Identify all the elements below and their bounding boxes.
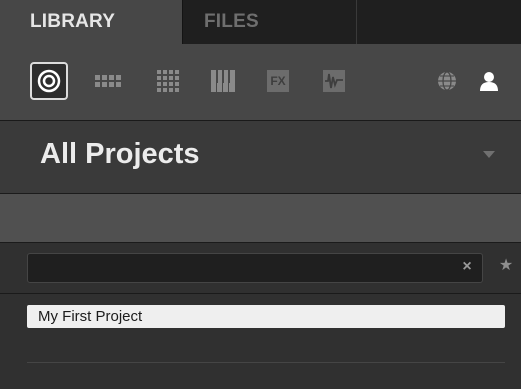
project-filter-button[interactable]: [30, 62, 68, 100]
list-divider: [27, 362, 505, 363]
user-icon: [480, 72, 498, 91]
close-icon[interactable]: ×: [457, 257, 477, 277]
tab-files[interactable]: FILES: [183, 0, 357, 44]
search-input[interactable]: [27, 253, 483, 283]
tab-library[interactable]: LIBRARY: [0, 0, 183, 44]
sample-icon: [323, 70, 345, 92]
sample-filter-button[interactable]: [316, 63, 352, 99]
instrument-icon: [211, 70, 235, 92]
search-row: × ★: [0, 243, 521, 294]
list-item[interactable]: My First Project: [27, 305, 505, 328]
tag-filter-area: [0, 194, 521, 243]
project-icon: [37, 69, 61, 93]
content-type-toolbar: FX: [0, 44, 521, 121]
project-category-header[interactable]: All Projects: [0, 121, 521, 194]
fx-icon-label: FX: [270, 74, 286, 88]
sound-filter-button[interactable]: [150, 63, 186, 99]
chevron-down-icon[interactable]: [483, 151, 495, 158]
sound-icon: [157, 70, 179, 92]
factory-content-button[interactable]: [429, 63, 465, 99]
group-filter-button[interactable]: [92, 63, 128, 99]
globe-icon: [438, 71, 456, 91]
group-icon: [95, 75, 121, 87]
browser-tab-bar: LIBRARY FILES: [0, 0, 521, 44]
tab-library-label: LIBRARY: [30, 11, 116, 32]
tab-files-label: FILES: [204, 11, 259, 32]
instrument-filter-button[interactable]: [205, 63, 241, 99]
user-content-button[interactable]: [471, 63, 507, 99]
results-list: My First Project: [0, 294, 521, 389]
star-icon[interactable]: ★: [496, 256, 516, 276]
page-title: All Projects: [40, 138, 200, 170]
fx-filter-button[interactable]: FX: [260, 63, 296, 99]
